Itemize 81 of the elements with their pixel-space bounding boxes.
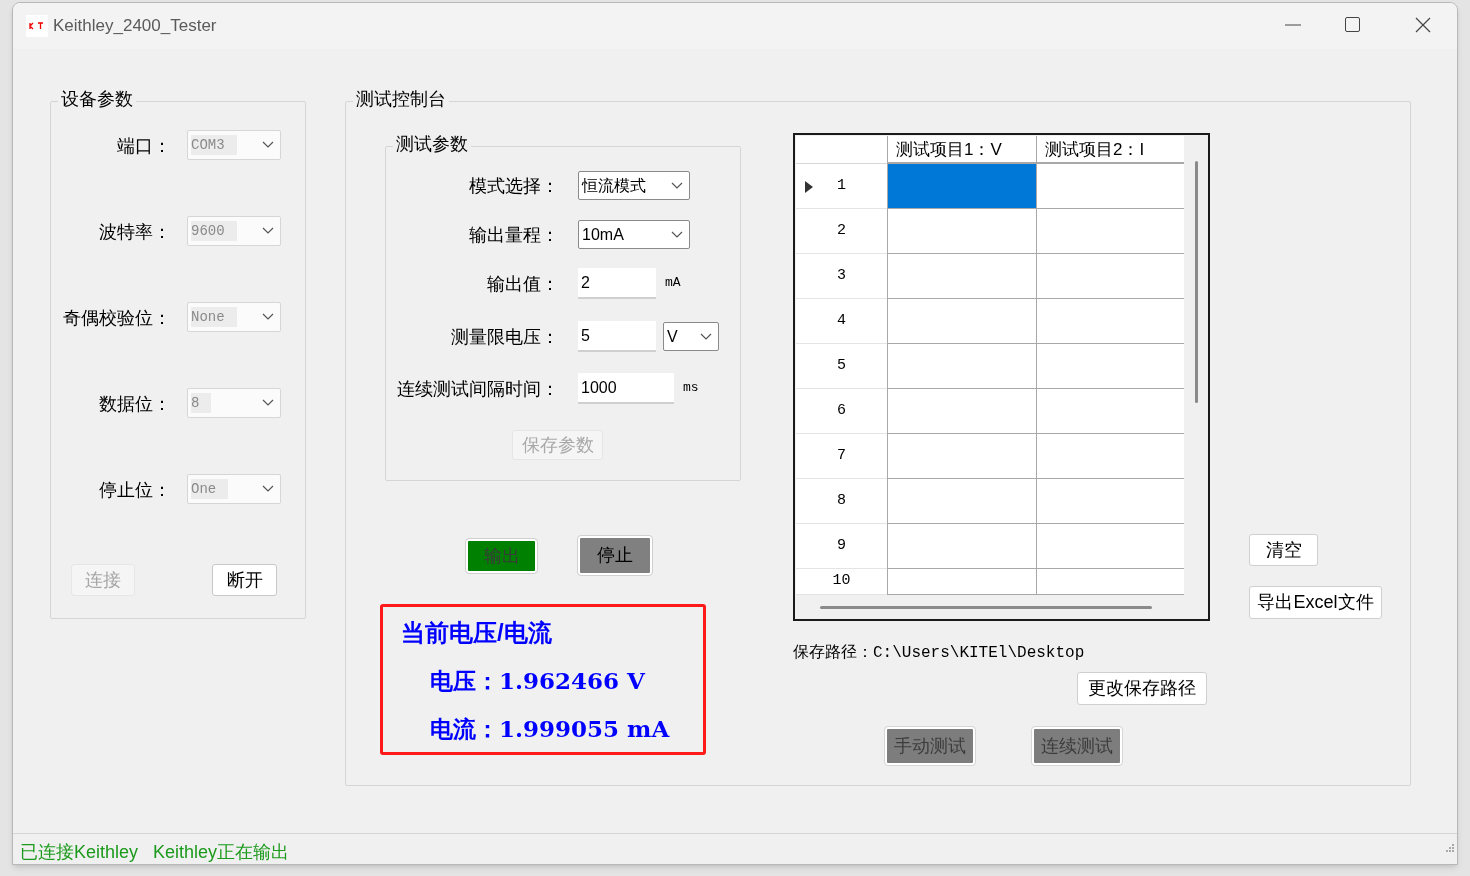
readout-value: 电流：1.999055 mA xyxy=(430,714,670,744)
group-title: 测试参数 xyxy=(393,133,471,155)
field-label: 端口： xyxy=(116,135,171,157)
resize-grip-icon[interactable] xyxy=(1445,843,1455,853)
data-grid[interactable]: 测试项目1：V 测试项目2：I 1 2 3 4 5 6 7 8 9 10 xyxy=(793,133,1210,621)
field-label: 模式选择： xyxy=(468,175,559,197)
minimize-icon xyxy=(1285,24,1301,26)
field-label: 输出量程： xyxy=(468,224,559,246)
chevron-down-icon xyxy=(671,181,683,190)
row-number: 1 xyxy=(837,175,846,196)
input-field[interactable]: 2 xyxy=(578,268,656,299)
table-cell[interactable] xyxy=(887,344,1036,389)
chevron-down-icon xyxy=(262,313,274,321)
field-label: 波特率： xyxy=(98,221,171,243)
stop-button[interactable]: 停止 xyxy=(578,536,652,575)
close-icon xyxy=(1415,17,1431,33)
input-field[interactable]: 5 xyxy=(578,321,656,352)
table-cell[interactable] xyxy=(887,569,1036,595)
row-number: 4 xyxy=(837,310,846,331)
maximize-icon xyxy=(1345,17,1361,33)
row-number: 10 xyxy=(832,571,851,592)
group-title: 测试控制台 xyxy=(353,88,449,110)
table-cell[interactable] xyxy=(887,434,1036,479)
row-number: 3 xyxy=(837,265,846,286)
unit-label: ms xyxy=(683,379,699,397)
chevron-down-icon xyxy=(262,141,274,149)
unit-label: mA xyxy=(665,274,681,292)
status-text: Keithley正在输出 xyxy=(153,841,290,864)
chevron-down-icon xyxy=(262,227,274,235)
table-cell[interactable] xyxy=(1036,434,1184,479)
field-label: 连续测试间隔时间： xyxy=(396,378,559,400)
dropdown[interactable]: V xyxy=(663,322,719,351)
chevron-down-icon xyxy=(671,230,683,239)
chevron-down-icon xyxy=(700,332,712,341)
app-logo-icon xyxy=(26,15,48,37)
table-cell[interactable] xyxy=(887,479,1036,524)
horizontal-scrollbar[interactable] xyxy=(820,606,1152,609)
table-cell[interactable] xyxy=(1036,524,1184,569)
field-label: 停止位： xyxy=(98,479,171,501)
table-cell[interactable] xyxy=(1036,254,1184,299)
vertical-scrollbar[interactable] xyxy=(1195,161,1198,403)
dropdown[interactable]: 恒流模式 xyxy=(578,171,690,200)
chevron-down-icon xyxy=(262,399,274,407)
input-field[interactable]: 1000 xyxy=(578,373,674,404)
field-label: 输出值： xyxy=(486,273,559,295)
clear-button[interactable]: 清空 xyxy=(1249,534,1318,566)
status-text: 已连接Keithley xyxy=(20,841,139,864)
column-header[interactable]: 测试项目1：V xyxy=(887,136,1036,164)
table-cell[interactable] xyxy=(1036,389,1184,434)
table-cell[interactable] xyxy=(1036,299,1184,344)
row-number: 9 xyxy=(837,535,846,556)
table-cell[interactable] xyxy=(1036,164,1184,209)
table-cell[interactable] xyxy=(1036,479,1184,524)
table-cell[interactable] xyxy=(887,524,1036,569)
readout-value: 电压：1.962466 V xyxy=(430,666,645,696)
readout-title: 当前电压/电流 xyxy=(401,618,552,648)
field-label: 奇偶校验位： xyxy=(62,307,171,329)
table-cell[interactable] xyxy=(1036,569,1184,595)
row-number: 2 xyxy=(837,220,846,241)
column-header[interactable]: 测试项目2：I xyxy=(1036,136,1184,164)
table-cell[interactable] xyxy=(887,389,1036,434)
table-cell[interactable] xyxy=(887,164,1036,209)
window-title: Keithley_2400_Tester xyxy=(53,15,217,38)
save-path-label: 保存路径：C:\Users\KITEl\Desktop xyxy=(793,643,1085,664)
table-cell[interactable] xyxy=(1036,209,1184,254)
table-cell[interactable] xyxy=(887,209,1036,254)
table-cell[interactable] xyxy=(887,299,1036,344)
field-label: 数据位： xyxy=(98,393,171,415)
group-title: 设备参数 xyxy=(58,88,136,110)
chevron-down-icon xyxy=(262,485,274,493)
row-number: 6 xyxy=(837,400,846,421)
dropdown[interactable]: 10mA xyxy=(578,220,690,249)
table-cell[interactable] xyxy=(887,254,1036,299)
row-number: 7 xyxy=(837,445,846,466)
change-path-button[interactable]: 更改保存路径 xyxy=(1077,672,1207,705)
table-cell[interactable] xyxy=(1036,344,1184,389)
row-number: 8 xyxy=(837,490,846,511)
row-number: 5 xyxy=(837,355,846,376)
field-label: 测量限电压： xyxy=(450,326,559,348)
disconnect-button[interactable]: 断开 xyxy=(212,564,277,596)
export-excel-button[interactable]: 导出Excel文件 xyxy=(1249,586,1382,619)
